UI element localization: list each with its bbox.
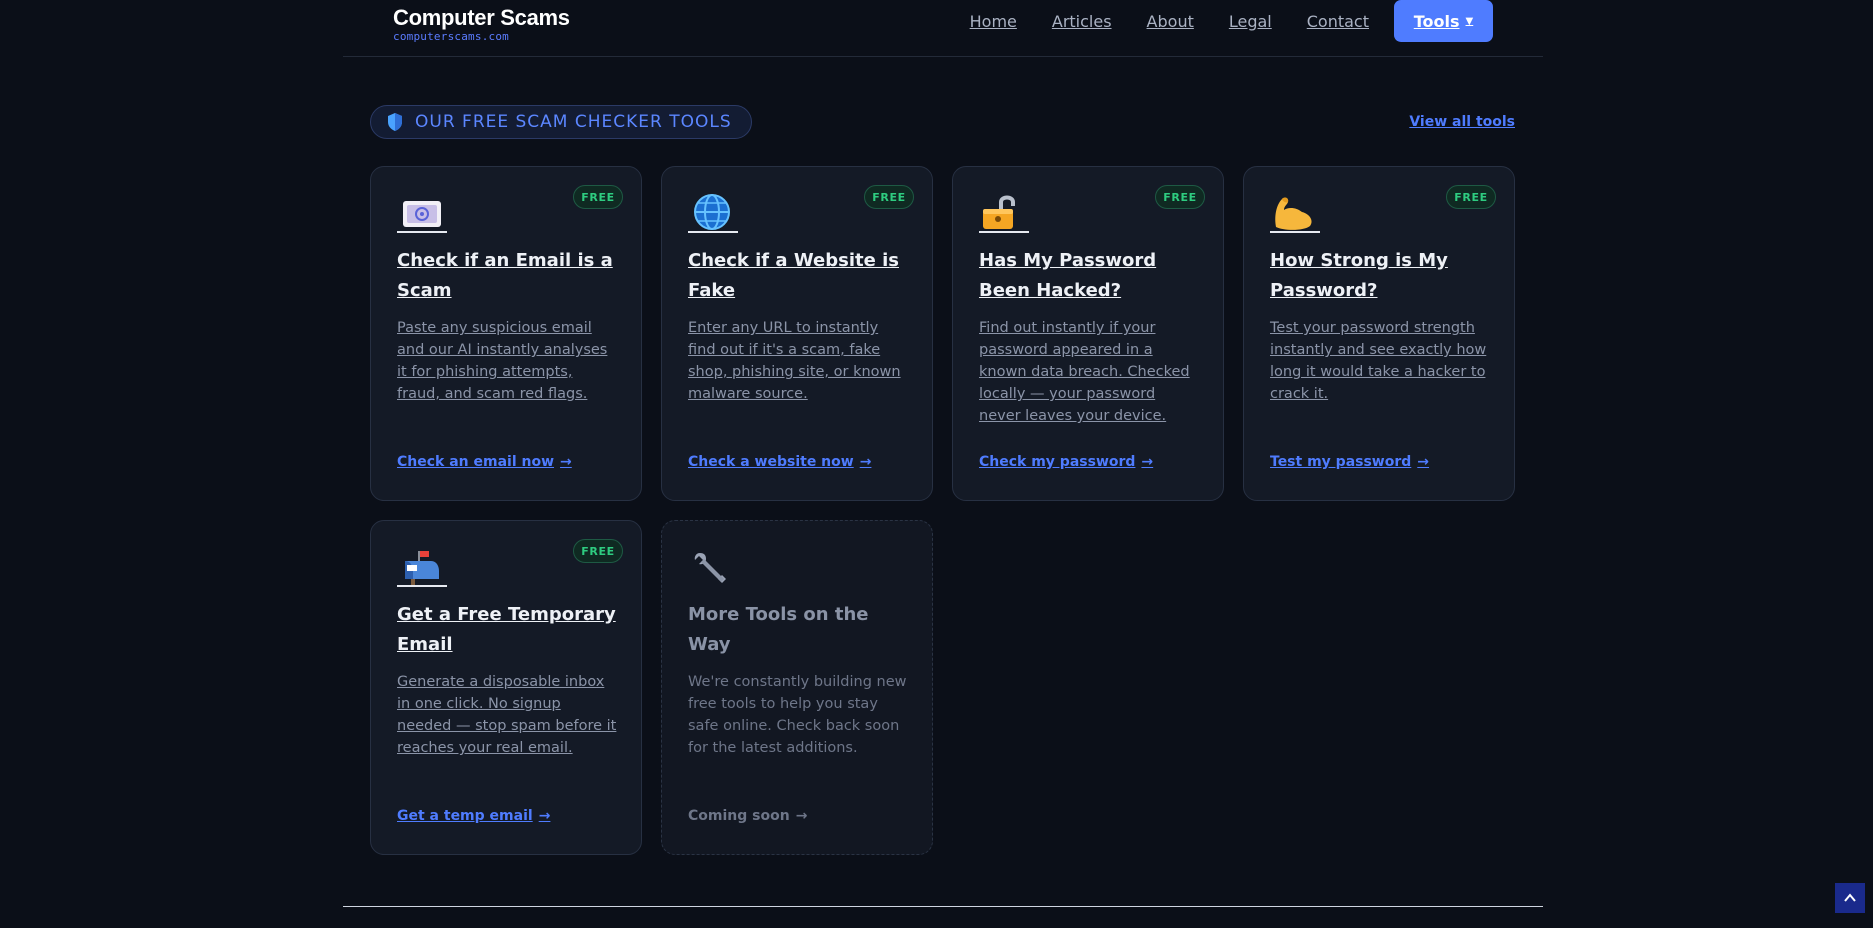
check-password-link[interactable]: Check my password →	[979, 454, 1153, 470]
card-description[interactable]: Find out instantly if your password appe…	[979, 317, 1201, 427]
card-title[interactable]: How Strong is My Password?	[1270, 246, 1495, 306]
card-description[interactable]: Test your password strength instantly an…	[1270, 317, 1492, 405]
unlocked-padlock-icon	[979, 193, 1029, 233]
tools-dropdown-button[interactable]: Tools ▼	[1394, 0, 1493, 42]
chevron-up-icon	[1844, 893, 1856, 902]
shield-icon	[388, 113, 402, 131]
tool-card-temp-email[interactable]: FREE Get a Free Temporary Email Generate…	[370, 520, 642, 855]
test-password-link[interactable]: Test my password →	[1270, 454, 1429, 470]
card-title: More Tools on the Way	[688, 604, 869, 655]
card-title[interactable]: Check if a Website is Fake	[688, 246, 913, 306]
arrow-right-icon: →	[538, 808, 551, 824]
brand-name[interactable]: Computer Scams	[393, 6, 570, 30]
arrow-right-icon: →	[1417, 454, 1430, 470]
arrow-right-icon: →	[795, 808, 808, 824]
tool-card-email[interactable]: FREE Check if an Email is a Scam Paste a…	[370, 166, 642, 501]
main-nav: Home Articles About Legal Contact Tools …	[935, 0, 1493, 42]
arrow-right-icon: →	[1141, 454, 1154, 470]
footer-divider	[343, 906, 1543, 907]
scroll-to-top-button[interactable]	[1835, 883, 1865, 913]
tool-card-website[interactable]: FREE Check if a Website is Fake Enter an…	[661, 166, 933, 501]
tools-label: Tools	[1413, 11, 1460, 31]
card-title[interactable]: Has My Password Been Hacked?	[979, 246, 1204, 306]
mailbox-icon	[397, 547, 447, 587]
nav-articles[interactable]: Articles	[1052, 12, 1112, 31]
card-description[interactable]: Paste any suspicious email and our AI in…	[397, 317, 619, 405]
section-heading: OUR FREE SCAM CHECKER TOOLS	[415, 112, 732, 132]
tool-card-password-hacked[interactable]: FREE Has My Password Been Hacked? Find o…	[952, 166, 1224, 501]
tool-card-password-strength[interactable]: FREE How Strong is My Password? Test you…	[1243, 166, 1515, 501]
site-header: Computer Scams computerscams.com Home Ar…	[343, 0, 1543, 57]
temp-email-link[interactable]: Get a temp email →	[397, 808, 550, 824]
flexed-bicep-icon	[1270, 193, 1320, 233]
brand-logo[interactable]: Computer Scams computerscams.com	[393, 6, 570, 44]
view-all-tools-link[interactable]: View all tools	[1409, 114, 1515, 130]
nav-contact[interactable]: Contact	[1307, 12, 1369, 31]
card-title[interactable]: Check if an Email is a Scam	[397, 246, 622, 306]
card-title[interactable]: Get a Free Temporary Email	[397, 600, 622, 660]
globe-icon	[688, 193, 738, 233]
check-email-link[interactable]: Check an email now →	[397, 454, 572, 470]
email-icon	[397, 193, 447, 233]
wrench-icon	[688, 547, 738, 587]
free-badge: FREE	[1446, 185, 1496, 209]
arrow-right-icon: →	[859, 454, 872, 470]
free-badge: FREE	[573, 185, 623, 209]
caret-down-icon: ▼	[1465, 15, 1474, 27]
nav-legal[interactable]: Legal	[1229, 12, 1272, 31]
free-badge: FREE	[1155, 185, 1205, 209]
card-description[interactable]: Generate a disposable inbox in one click…	[397, 671, 619, 759]
nav-home[interactable]: Home	[970, 12, 1017, 31]
nav-about[interactable]: About	[1147, 12, 1194, 31]
card-description: We're constantly building new free tools…	[688, 674, 907, 756]
free-badge: FREE	[573, 539, 623, 563]
card-description[interactable]: Enter any URL to instantly find out if i…	[688, 317, 910, 405]
coming-soon-label: Coming soon →	[688, 808, 808, 824]
section-heading-pill: OUR FREE SCAM CHECKER TOOLS	[370, 105, 752, 139]
brand-domain: computerscams.com	[393, 30, 509, 43]
arrow-right-icon: →	[560, 454, 572, 470]
free-badge: FREE	[864, 185, 914, 209]
check-website-link[interactable]: Check a website now →	[688, 454, 871, 470]
tool-card-coming-soon: More Tools on the Way We're constantly b…	[661, 520, 933, 855]
